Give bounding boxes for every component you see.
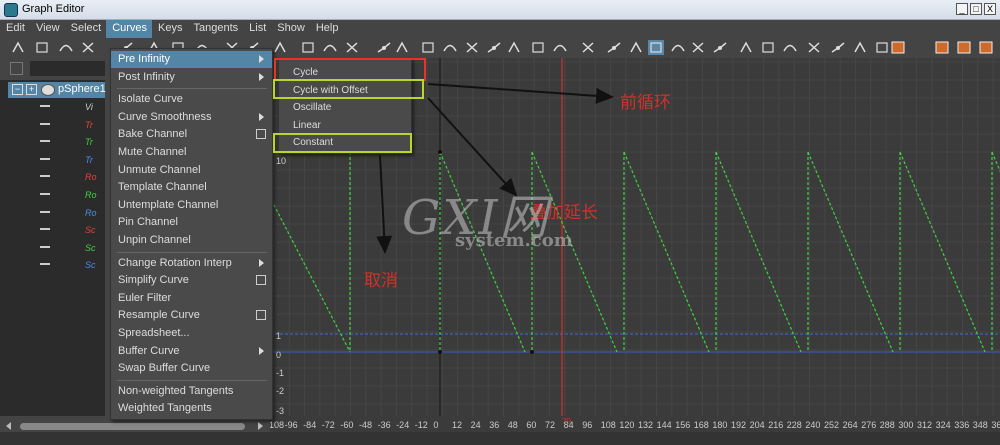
annotation-cycle-label: 前循环 xyxy=(620,93,671,113)
watermark-domain: system.com xyxy=(455,230,573,251)
annotation-constant-label: 取消 xyxy=(364,271,398,291)
